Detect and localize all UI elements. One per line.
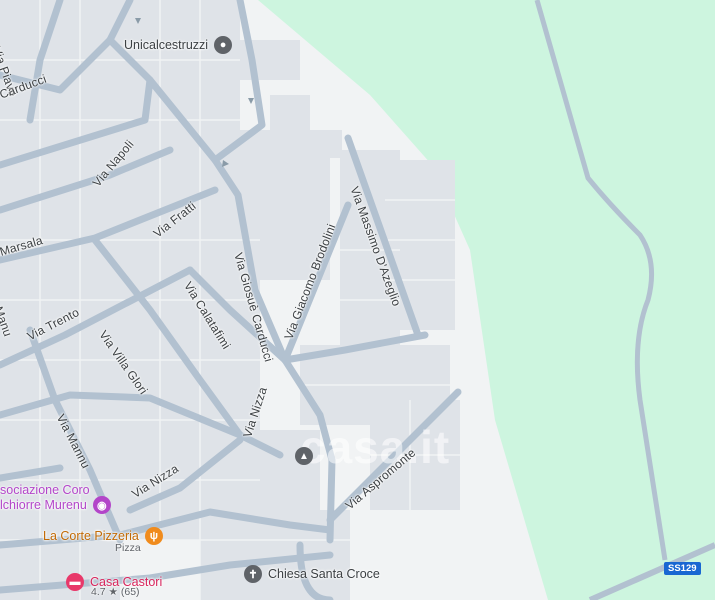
fork-knife-icon: ψ (144, 527, 163, 545)
cross-icon: ✝ (244, 565, 262, 583)
poi-chiesa-santa-croce[interactable]: ✝ Chiesa Santa Croce (244, 565, 380, 583)
poi-associazione[interactable]: lchiorre Murenu ◉ (0, 496, 111, 514)
poi-label: lchiorre Murenu (0, 498, 87, 512)
star-icon: ★ (108, 586, 118, 598)
poi-la-corte-pizzeria[interactable]: La Corte Pizzeria ψ (43, 527, 163, 545)
poi-label: Unicalcestruzzi (124, 38, 209, 52)
poi-category: Pizza (115, 542, 141, 554)
pin-icon: ● (214, 36, 233, 54)
camera-icon: ◉ (92, 496, 111, 514)
poi-label: La Corte Pizzeria (43, 529, 139, 543)
school-icon[interactable]: ▲ (295, 447, 313, 465)
poi-label: Chiesa Santa Croce (268, 567, 380, 581)
poi-associazione-line1[interactable]: sociazione Coro (0, 483, 90, 497)
road-shield-ss129: SS129 (664, 562, 701, 575)
watermark: casa.it (300, 421, 451, 473)
poi-rating: 4.7 ★ (65) (91, 586, 140, 598)
map-canvas[interactable]: casa.it Via Piave Carducci Via Napoli Vi… (0, 0, 715, 600)
review-count: (65) (120, 586, 140, 598)
poi-unicalcestruzzi[interactable]: Unicalcestruzzi ● (124, 36, 233, 54)
bed-icon: ▬ (66, 573, 84, 591)
rating-value: 4.7 (91, 586, 106, 598)
